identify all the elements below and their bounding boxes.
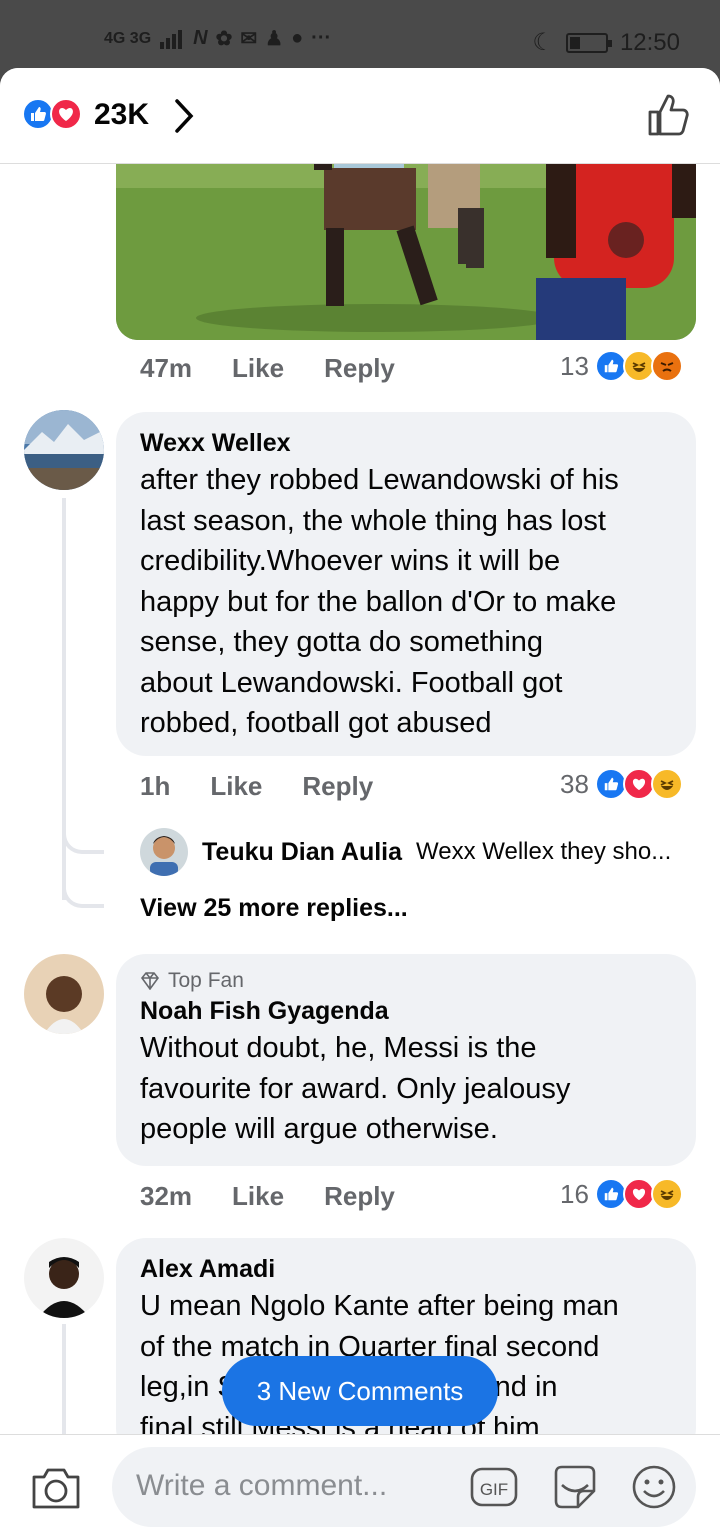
reply-link[interactable]: Reply bbox=[324, 1181, 395, 1212]
comment-line: about Lewandowski. Football got bbox=[140, 666, 563, 699]
reaction-count: 38 bbox=[560, 768, 589, 799]
comment-text: Without doubt, he, Messi is the favourit… bbox=[140, 1028, 672, 1150]
like-link[interactable]: Like bbox=[232, 353, 284, 384]
reactions-header: 23K bbox=[0, 68, 720, 164]
top-fan-badge: Top Fan bbox=[140, 968, 672, 994]
comment-line: after they robbed Lewandowski of his bbox=[140, 464, 619, 496]
comment-meta: 1h Like Reply bbox=[140, 771, 373, 802]
reply-text: Wexx Wellex they sho... bbox=[416, 838, 672, 865]
view-more-replies-link[interactable]: View 25 more replies... bbox=[140, 894, 408, 923]
status-icons-right: ☾ 12:50 bbox=[532, 28, 680, 57]
camera-icon[interactable] bbox=[30, 1465, 82, 1511]
comment-time[interactable]: 32m bbox=[140, 1181, 192, 1212]
comment-reactions[interactable]: 13 bbox=[560, 350, 683, 382]
comment-line: happy but for the ballon d'Or to make bbox=[140, 585, 617, 618]
top-fan-label: Top Fan bbox=[168, 969, 244, 992]
love-reaction-icon bbox=[50, 98, 82, 130]
comment-line: credibility.Whoever wins it will be bbox=[140, 545, 561, 577]
signal-icon: 4G 3G bbox=[104, 29, 152, 47]
comment-line: U mean Ngolo Kante after being man bbox=[140, 1290, 619, 1322]
comment-composer: Write a comment... GIF bbox=[0, 1434, 720, 1540]
angry-reaction-icon bbox=[650, 350, 683, 382]
commenter-name[interactable]: Wexx Wellex bbox=[140, 426, 672, 460]
comment-reactions[interactable]: 38 bbox=[560, 768, 683, 800]
comment-time[interactable]: 1h bbox=[140, 771, 170, 802]
signal-bars-icon bbox=[160, 29, 183, 49]
comment-placeholder: Write a comment... bbox=[136, 1469, 388, 1502]
comment-line: robbed, football got abused bbox=[140, 707, 492, 739]
n-app-icon: N bbox=[193, 27, 208, 49]
person-icon: ♟ bbox=[265, 28, 284, 50]
reply-preview[interactable]: Teuku Dian Aulia Wexx Wellex they sho... bbox=[140, 828, 700, 876]
reaction-count[interactable]: 23K bbox=[94, 98, 149, 132]
status-icons-left: 4G 3G N ✿ ✉ ♟ ● ··· bbox=[104, 26, 331, 51]
battery-icon bbox=[565, 32, 612, 53]
commenter-name[interactable]: Alex Amadi bbox=[140, 1252, 672, 1286]
like-link[interactable]: Like bbox=[232, 1181, 284, 1212]
comment-bubble[interactable]: Top Fan Noah Fish Gyagenda Without doubt… bbox=[116, 954, 696, 1166]
haha-reaction-icon bbox=[650, 768, 683, 800]
gif-icon[interactable]: GIF bbox=[470, 1465, 518, 1509]
reaction-count: 13 bbox=[560, 350, 589, 381]
comments-sheet: 23K 47m Like Reply 13 Wexx Wellex after … bbox=[0, 68, 720, 1540]
commenter-name[interactable]: Noah Fish Gyagenda bbox=[140, 994, 672, 1028]
reply-link[interactable]: Reply bbox=[302, 771, 373, 802]
comment-line: people will argue otherwise. bbox=[140, 1113, 498, 1145]
new-comments-button[interactable]: 3 New Comments bbox=[222, 1356, 498, 1426]
comment-line: sense, they gotta do something bbox=[140, 626, 544, 658]
sticker-icon[interactable] bbox=[550, 1463, 600, 1511]
comment-meta: 47m Like Reply bbox=[140, 353, 395, 384]
comment-text: after they robbed Lewandowski of his las… bbox=[140, 460, 672, 744]
chevron-right-icon[interactable] bbox=[172, 96, 196, 136]
thread-line bbox=[62, 1324, 66, 1444]
battery-level bbox=[569, 36, 580, 49]
more-icon: ··· bbox=[311, 27, 332, 49]
chat-icon: ● bbox=[291, 27, 304, 49]
moon-icon: ☾ bbox=[532, 29, 554, 56]
avatar[interactable] bbox=[24, 1238, 104, 1318]
clock: 12:50 bbox=[619, 28, 680, 56]
like-button-icon[interactable] bbox=[646, 92, 690, 138]
comment-input[interactable]: Write a comment... GIF bbox=[112, 1447, 696, 1527]
like-link[interactable]: Like bbox=[210, 771, 262, 802]
header-reaction-badges[interactable] bbox=[22, 98, 82, 130]
comment-meta: 32m Like Reply bbox=[140, 1181, 395, 1212]
avatar[interactable] bbox=[24, 954, 104, 1034]
mail-icon: ✉ bbox=[240, 28, 258, 50]
comment-line: last season, the whole thing has lost bbox=[140, 504, 606, 537]
reply-link[interactable]: Reply bbox=[324, 353, 395, 384]
thread-connector bbox=[62, 878, 104, 908]
comment-line: favourite for award. Only jealousy bbox=[140, 1072, 571, 1105]
pinwheel-icon: ✿ bbox=[215, 28, 233, 50]
comment-time[interactable]: 47m bbox=[140, 353, 192, 384]
diamond-icon bbox=[140, 972, 160, 990]
gif-label: GIF bbox=[480, 1480, 508, 1499]
emoji-icon[interactable] bbox=[630, 1463, 678, 1511]
reaction-count: 16 bbox=[560, 1178, 589, 1209]
haha-reaction-icon bbox=[650, 1178, 683, 1210]
reply-author[interactable]: Teuku Dian Aulia bbox=[202, 838, 402, 867]
comment-bubble[interactable]: Wexx Wellex after they robbed Lewandowsk… bbox=[116, 412, 696, 756]
avatar[interactable] bbox=[140, 828, 188, 876]
avatar[interactable] bbox=[24, 410, 104, 490]
thread-connector bbox=[62, 826, 104, 854]
comment-line: Without doubt, he, Messi is the bbox=[140, 1032, 537, 1064]
comment-reactions[interactable]: 16 bbox=[560, 1178, 683, 1210]
